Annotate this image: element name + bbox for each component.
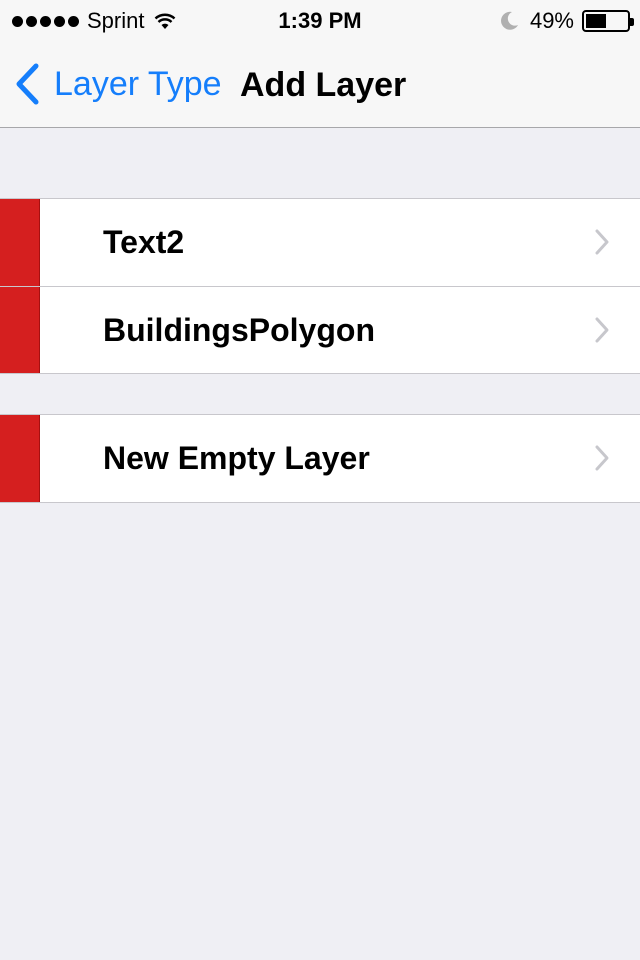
back-button-label: Layer Type bbox=[54, 64, 222, 103]
battery-percent: 49% bbox=[529, 8, 574, 33]
list-item-new-empty-layer[interactable]: New Empty Layer bbox=[0, 415, 640, 502]
disclosure-chevron-icon bbox=[595, 445, 609, 471]
back-button[interactable]: Layer Type bbox=[14, 62, 222, 106]
list-item-text2[interactable]: Text2 bbox=[0, 199, 640, 286]
moon-icon bbox=[501, 11, 518, 30]
navigation-bar: Layer Type Add Layer bbox=[0, 40, 640, 128]
back-chevron-icon bbox=[16, 63, 39, 105]
battery-icon bbox=[582, 10, 634, 32]
disclosure-chevron-icon bbox=[595, 317, 609, 343]
layer-list-section-1: Text2 BuildingsPolygon bbox=[0, 198, 640, 374]
battery-level bbox=[586, 14, 606, 28]
layer-list-section-2: New Empty Layer bbox=[0, 414, 640, 503]
status-bar: Sprint 1:39 PM 49% bbox=[0, 0, 640, 40]
layer-color-swatch bbox=[0, 287, 40, 373]
list-item-label: Text2 bbox=[103, 224, 185, 260]
disclosure-chevron-icon bbox=[595, 229, 609, 255]
list-item-buildingspolygon[interactable]: BuildingsPolygon bbox=[0, 286, 640, 373]
status-right: 49% bbox=[498, 8, 634, 34]
layer-color-swatch bbox=[0, 199, 40, 286]
list-item-label: New Empty Layer bbox=[103, 440, 370, 476]
page-title: Add Layer bbox=[240, 66, 407, 104]
layer-color-swatch bbox=[0, 415, 40, 502]
list-item-label: BuildingsPolygon bbox=[103, 312, 375, 348]
